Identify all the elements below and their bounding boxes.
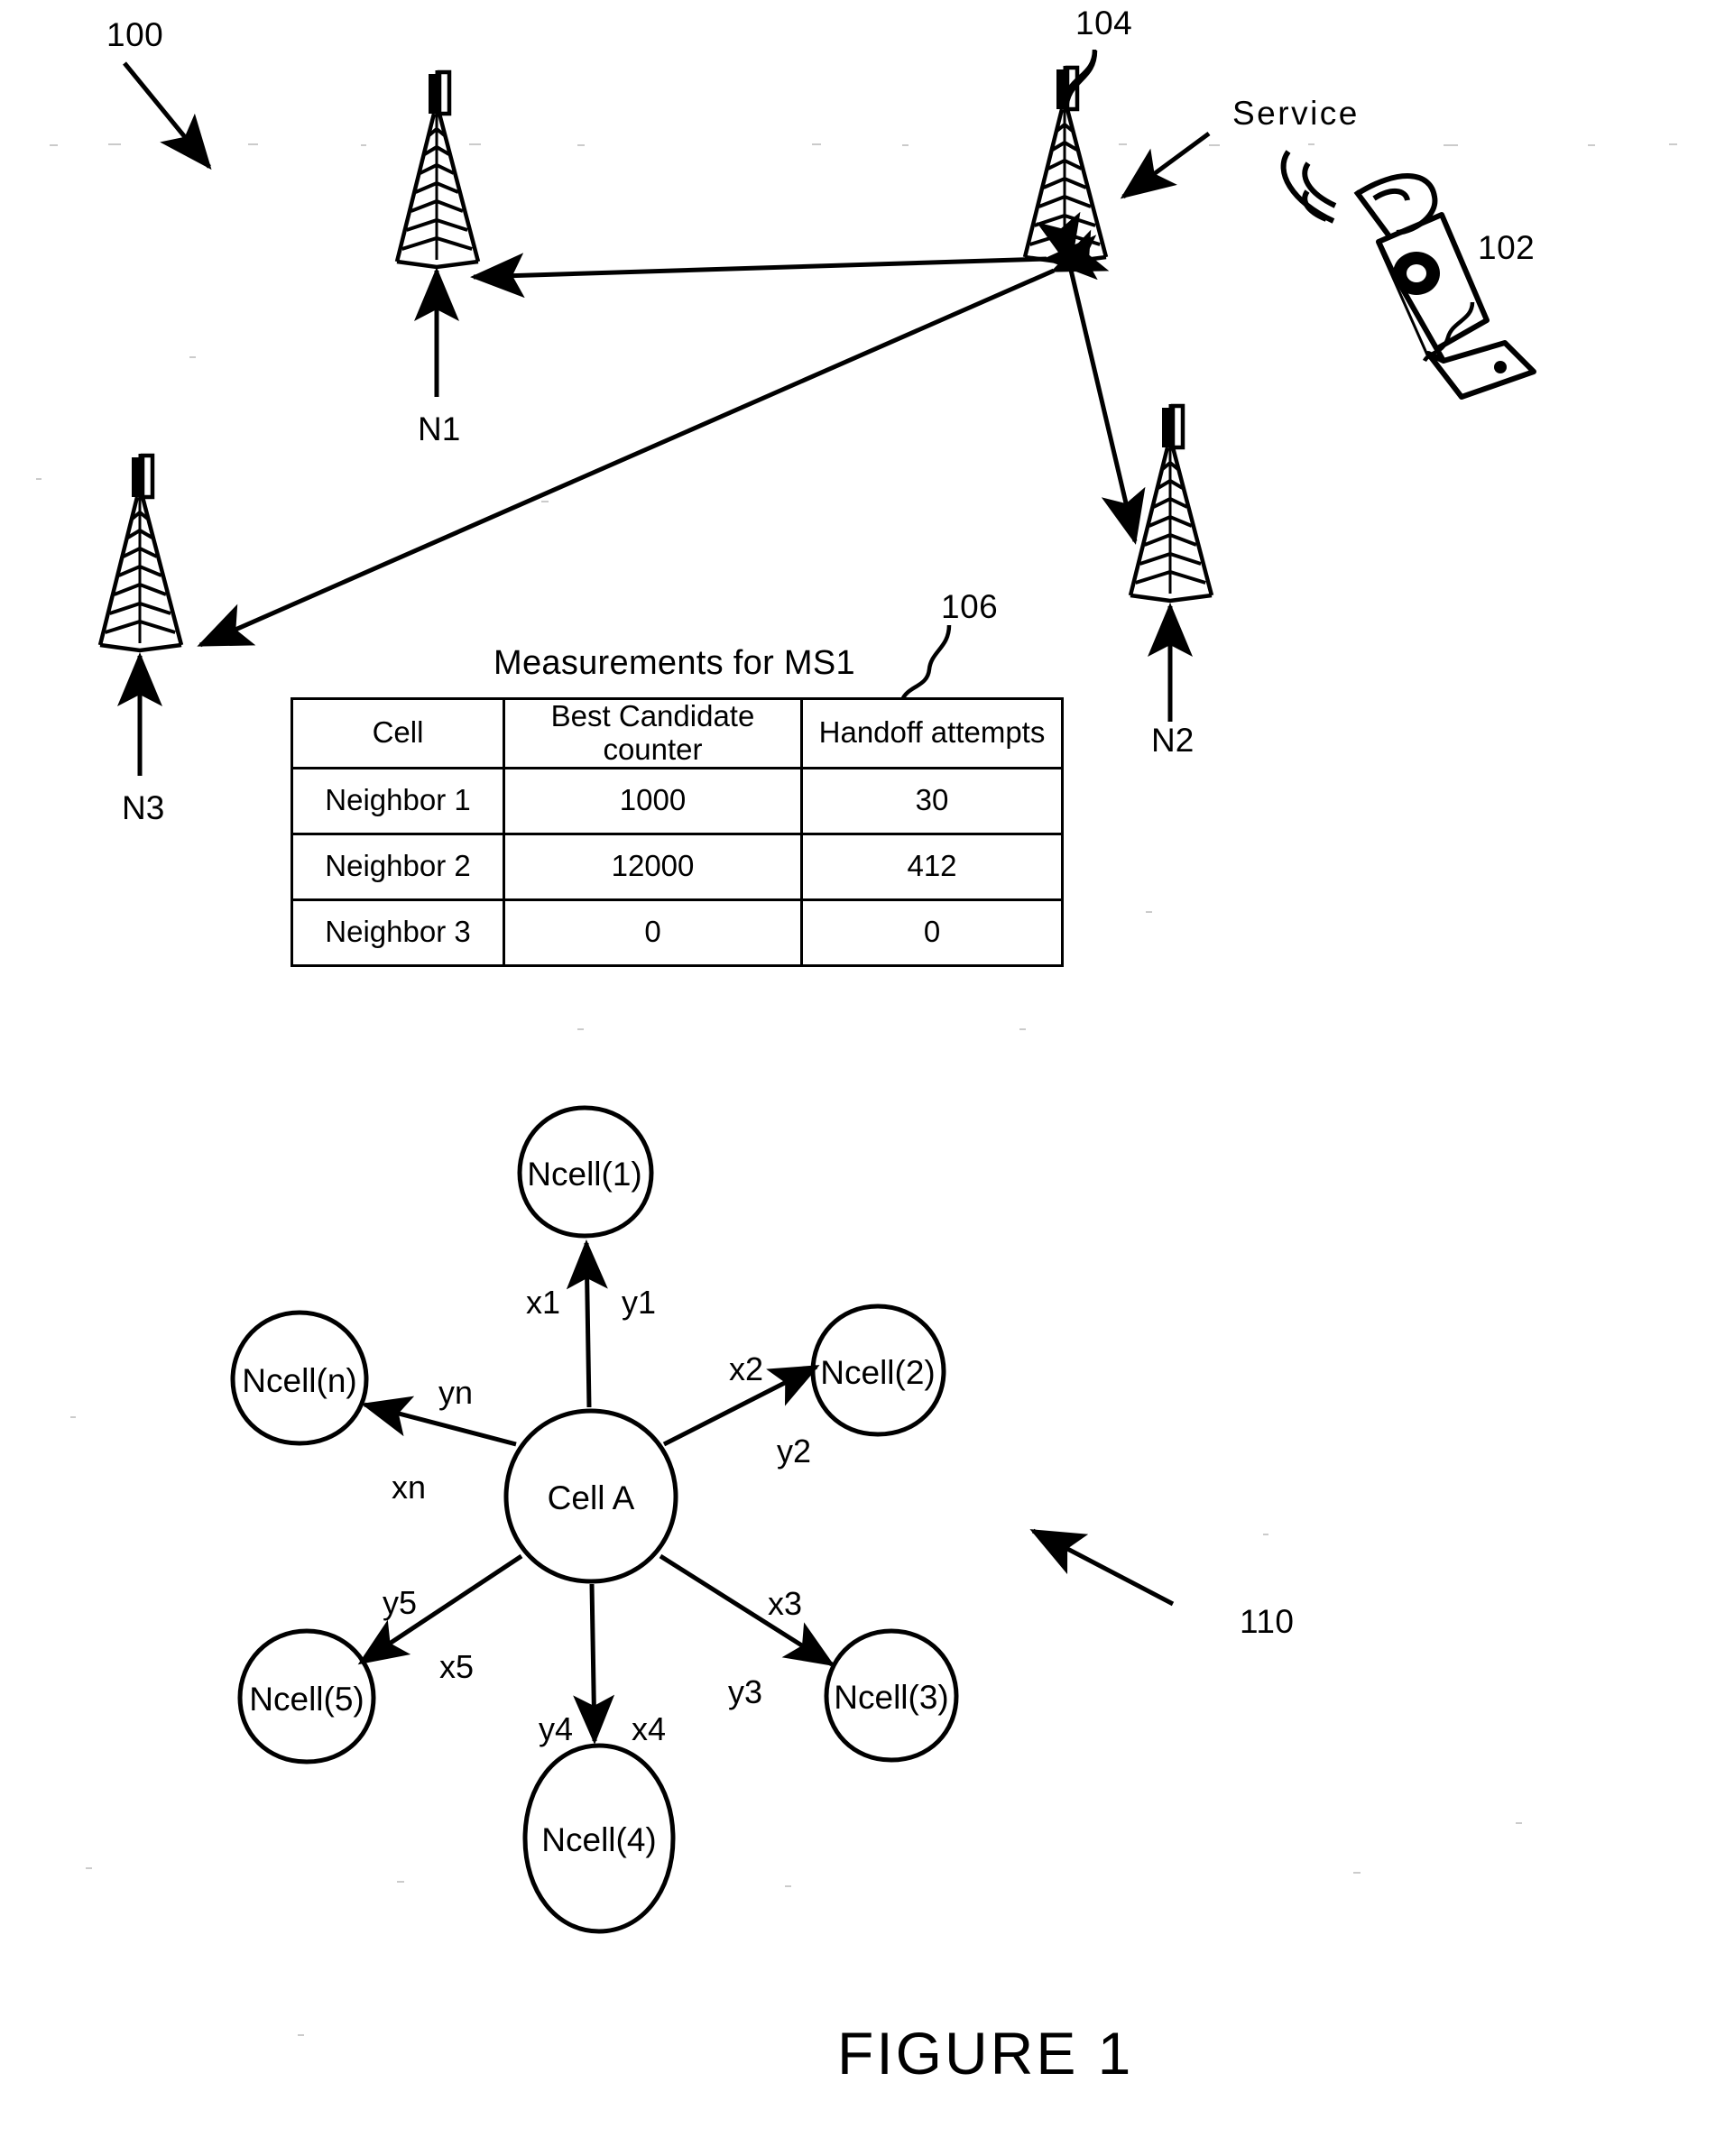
service-label-leader — [1120, 131, 1211, 199]
cell-name: Neighbor 1 — [291, 766, 505, 835]
header-line-1: Best Candidate — [550, 699, 755, 732]
edge-label-y4: y4 — [539, 1710, 574, 1747]
table-row: Neighbor 2 12000 412 — [291, 832, 1064, 901]
link-serving-n1 — [470, 235, 1098, 299]
ref-110-leader-arrow — [1029, 1528, 1175, 1607]
tower-n3 — [100, 454, 181, 650]
edge-cell-a-to-ncell3 — [659, 1553, 835, 1667]
node-label-ncell1: Ncell(1) — [527, 1156, 642, 1193]
mobile-station-handset — [1280, 150, 1536, 400]
handoff-attempts: 0 — [800, 898, 1064, 967]
tower-n1 — [397, 70, 478, 267]
edge-label-y5: y5 — [383, 1584, 418, 1621]
handoff-attempts: 412 — [800, 832, 1064, 901]
edge-label-y2: y2 — [777, 1433, 812, 1470]
ref-number-110: 110 — [1240, 1603, 1295, 1640]
edge-label-x4: x4 — [632, 1710, 667, 1747]
tower-n2 — [1130, 404, 1212, 601]
figure-vector-layer — [36, 49, 1677, 2036]
ref-106-leader — [899, 624, 952, 702]
ref-104-leader — [1062, 49, 1097, 105]
table-header-handoff-attempts: Handoff attempts — [800, 697, 1064, 769]
node-label-cell-a: Cell A — [547, 1479, 635, 1516]
edge-label-x3: x3 — [768, 1585, 803, 1622]
cell-name: Neighbor 3 — [291, 898, 505, 967]
best-candidate-counter: 12000 — [503, 832, 803, 901]
cell-name: Neighbor 2 — [291, 832, 505, 901]
table-row: Neighbor 3 0 0 — [291, 898, 1064, 967]
edge-cell-a-to-ncell4 — [573, 1583, 615, 1745]
cell-graph-nodes — [230, 1105, 959, 1934]
best-candidate-counter: 0 — [503, 898, 803, 967]
node-label-ncell2: Ncell(2) — [820, 1354, 936, 1391]
ref-102-leader — [1422, 301, 1475, 363]
ref-number-104: 104 — [1075, 5, 1133, 41]
link-serving-n2 — [1036, 211, 1146, 545]
figure-caption: FIGURE 1 — [837, 2020, 1134, 2087]
edge-label-xn: xn — [392, 1469, 427, 1506]
node-label-ncell5: Ncell(5) — [249, 1681, 364, 1718]
tower-label-n2: N2 — [1151, 722, 1195, 759]
ref-100-leader-arrow — [123, 61, 212, 170]
tower-serving-104 — [1025, 66, 1106, 263]
scan-speckle — [36, 143, 1677, 2036]
node-label-ncell3: Ncell(3) — [834, 1679, 949, 1716]
table-header-cell: Cell — [291, 697, 505, 769]
edge-label-x5: x5 — [439, 1648, 475, 1685]
handoff-attempts: 30 — [800, 766, 1064, 835]
edge-label-y3: y3 — [728, 1673, 763, 1710]
patent-figure-page: 100 104 Service 102 106 110 N1 N2 N3 Mea… — [0, 0, 1725, 2156]
node-label-ncelln: Ncell(n) — [242, 1362, 357, 1399]
link-serving-n3 — [197, 229, 1110, 648]
edge-label-y1: y1 — [622, 1284, 657, 1321]
tower-label-n1: N1 — [418, 410, 461, 447]
edge-label-yn: yn — [438, 1374, 474, 1411]
node-label-ncell4: Ncell(4) — [541, 1821, 657, 1858]
tower-label-n3: N3 — [122, 789, 165, 826]
edge-cell-a-to-ncell1 — [566, 1239, 608, 1408]
ref-104-leader-curve — [1064, 50, 1098, 111]
edge-label-x1: x1 — [526, 1284, 561, 1321]
table-header-best-candidate-counter: Best Candidate counter — [503, 697, 803, 769]
ref-number-100: 100 — [106, 16, 164, 53]
measurements-table: Cell Best Candidate counter Handoff atte… — [291, 697, 1064, 967]
header-line-2: counter — [603, 732, 703, 766]
best-candidate-counter: 1000 — [503, 766, 803, 835]
measurements-table-title: Measurements for MS1 — [494, 644, 855, 682]
table-row: Neighbor 1 1000 30 — [291, 766, 1064, 835]
ref-number-102: 102 — [1478, 229, 1536, 266]
table-header-row: Cell Best Candidate counter Handoff atte… — [291, 697, 1064, 769]
ref-number-106: 106 — [941, 588, 999, 625]
service-label: Service — [1232, 95, 1360, 132]
edge-label-x2: x2 — [729, 1350, 764, 1387]
